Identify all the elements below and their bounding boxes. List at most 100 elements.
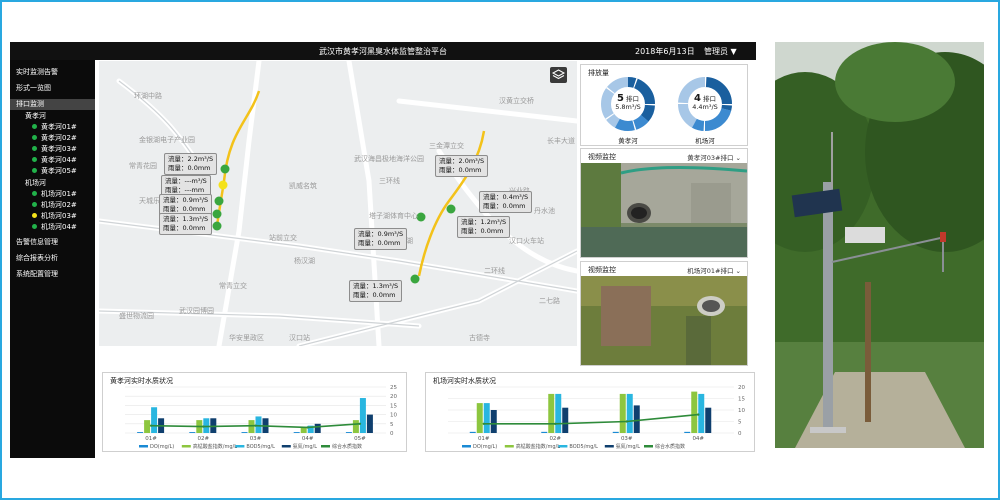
legend-swatch xyxy=(139,445,148,448)
legend-swatch xyxy=(181,445,191,448)
map-place-label: 汉口火车站 xyxy=(509,237,544,245)
card-title: 视频监控 xyxy=(588,266,616,274)
donut-label: 黄孝河 xyxy=(618,137,638,145)
status-dot xyxy=(32,191,37,196)
video-card-1: 视频监控 黄孝河03#排口 ⌄ xyxy=(580,148,748,258)
station-marker xyxy=(212,221,222,231)
video-card-2: 视频监控 机场河01#排口 ⌄ xyxy=(580,261,748,366)
station-item[interactable]: 黄孝河04# xyxy=(32,155,77,165)
y-tick-label: 20 xyxy=(738,385,745,391)
camera-select[interactable]: 机场河01#排口 ⌄ xyxy=(687,265,741,275)
bar xyxy=(619,393,626,433)
legend-swatch xyxy=(504,445,514,448)
line-point xyxy=(254,424,257,427)
camera-select[interactable]: 黄孝河03#排口 ⌄ xyxy=(687,152,741,162)
card-title: 视频监控 xyxy=(588,153,616,161)
map-place-label: 三环线 xyxy=(379,177,400,185)
legend-label: 综合水质指数 xyxy=(655,443,685,450)
chart-svg: 0 5 10 15 20 25 01# 02# 03# 04# 05# DO(mg/L) 高锰酸盐指数/… xyxy=(125,385,397,450)
map-place-label: 武汉海昌极地海洋公园 xyxy=(354,155,424,163)
station-marker xyxy=(446,204,456,214)
bar xyxy=(189,432,196,433)
bar xyxy=(314,423,321,433)
line-point xyxy=(554,422,557,425)
station-item[interactable]: 黄孝河03# xyxy=(32,144,77,154)
map-place-label: 华安里政区 xyxy=(229,334,264,342)
status-dot xyxy=(32,135,37,140)
legend-label: 高锰酸盐指数/mg/L xyxy=(516,443,560,450)
video-feed[interactable] xyxy=(581,163,747,257)
y-tick-label: 25 xyxy=(390,385,397,391)
chevron-down-icon: ⌄ xyxy=(735,154,741,162)
line-point xyxy=(625,420,628,423)
y-tick-label: 20 xyxy=(390,394,397,400)
bar xyxy=(483,403,490,433)
y-tick-label: 5 xyxy=(738,420,742,426)
sidebar-item-realtime-alarm[interactable]: 实时监测告警 xyxy=(16,67,58,77)
station-callout[interactable]: 流量：1.2m³/S 雨量：0.0mm xyxy=(457,216,511,238)
station-callout[interactable]: 流量：2.0m³/S 雨量：0.0mm xyxy=(435,155,489,177)
sidebar-group-huangxiao[interactable]: 黄孝河 xyxy=(25,111,46,121)
line-point xyxy=(306,426,309,429)
station-callout[interactable]: 流量：0.4m³/S 雨量：0.0mm xyxy=(479,191,533,213)
legend-label: DO(mg/L) xyxy=(150,444,174,450)
bar xyxy=(359,398,366,433)
legend-label: 氨氮/mg/L xyxy=(616,443,640,450)
discharge-card: 排放量 5 排口 5.8m³/S 黄孝河 4 排口 4.4m³/S 机场河 xyxy=(580,64,748,146)
bar xyxy=(255,416,262,433)
sidebar-item-overview[interactable]: 形式一览图 xyxy=(16,83,51,93)
series-line xyxy=(483,413,699,425)
layers-button[interactable] xyxy=(550,67,567,83)
station-item[interactable]: 黄孝河01# xyxy=(32,122,77,132)
map-view[interactable]: 环湖中路 金银湖电子产业园 常青花园 凯威名筑 武汉海昌极地海洋公园 三金潭立交… xyxy=(99,61,577,346)
x-tick-label: 05# xyxy=(354,436,366,442)
y-tick-label: 10 xyxy=(738,408,745,414)
y-tick-label: 15 xyxy=(390,403,397,409)
legend-swatch xyxy=(462,445,471,448)
station-callout[interactable]: 流量：0.9m³/S 雨量：0.0mm xyxy=(354,228,408,250)
bar xyxy=(541,431,548,433)
bar xyxy=(144,420,151,433)
station-item[interactable]: 机场河03# xyxy=(32,211,77,221)
legend-swatch xyxy=(644,445,653,448)
station-item[interactable]: 黄孝河02# xyxy=(32,133,77,143)
map-place-label: 常青花园 xyxy=(129,162,157,170)
x-tick-label: 02# xyxy=(197,436,209,442)
station-marker xyxy=(218,180,228,190)
line-point xyxy=(482,422,485,425)
sidebar-group-jichang[interactable]: 机场河 xyxy=(25,178,46,188)
station-item[interactable]: 机场河04# xyxy=(32,222,77,232)
status-dot xyxy=(32,213,37,218)
legend-label: BOD5/mg/L xyxy=(569,444,598,450)
sidebar: 实时监测告警 形式一览图 排口监测 黄孝河 黄孝河01# 黄孝河02# 黄孝河0… xyxy=(10,60,95,458)
sidebar-item-alarm-manage[interactable]: 告警信息管理 xyxy=(16,237,58,247)
station-callout[interactable]: 流量：1.3m³/S 雨量：0.0mm xyxy=(159,213,213,235)
station-item[interactable]: 机场河01# xyxy=(32,189,77,199)
map-place-label: 武汉园博园 xyxy=(179,307,214,315)
station-callout[interactable]: 流量：1.3m³/S 雨量：0.0mm xyxy=(349,280,403,302)
station-marker xyxy=(212,209,222,219)
top-bar: 武汉市黄孝河黑臭水体监管整治平台 2018年6月13日 管理员 ▼ xyxy=(10,42,756,60)
bar xyxy=(300,427,307,433)
sidebar-item-outlet-monitor[interactable]: 排口监测 xyxy=(10,99,95,110)
station-callout[interactable]: 流量：2.2m³/S 雨量：0.0mm xyxy=(164,153,218,175)
legend-swatch xyxy=(281,445,291,448)
layers-icon xyxy=(551,69,566,80)
sidebar-item-config[interactable]: 系统配置管理 xyxy=(16,269,58,279)
map-place-label: 环湖中路 xyxy=(134,92,162,100)
video-feed[interactable] xyxy=(581,276,747,365)
donut-value: 4 排口 4.4m³/S xyxy=(692,93,718,112)
status-dot xyxy=(32,224,37,229)
station-item[interactable]: 机场河02# xyxy=(32,200,77,210)
map-place-label: 盛世物流园 xyxy=(119,312,154,320)
donut-label: 机场河 xyxy=(695,137,715,145)
sidebar-item-report[interactable]: 综合报表分析 xyxy=(16,253,58,263)
map-place-label: 长丰大道 xyxy=(547,137,575,145)
station-item[interactable]: 黄孝河05# xyxy=(32,166,77,176)
bar xyxy=(151,407,158,433)
map-place-label: 金银湖电子产业园 xyxy=(139,136,195,144)
user-menu[interactable]: 管理员 ▼ xyxy=(704,46,737,57)
donut-value: 5 排口 5.8m³/S xyxy=(615,93,641,112)
map-place-label: 二七路 xyxy=(539,297,560,305)
map-place-label: 汉黄立交桥 xyxy=(499,97,534,105)
